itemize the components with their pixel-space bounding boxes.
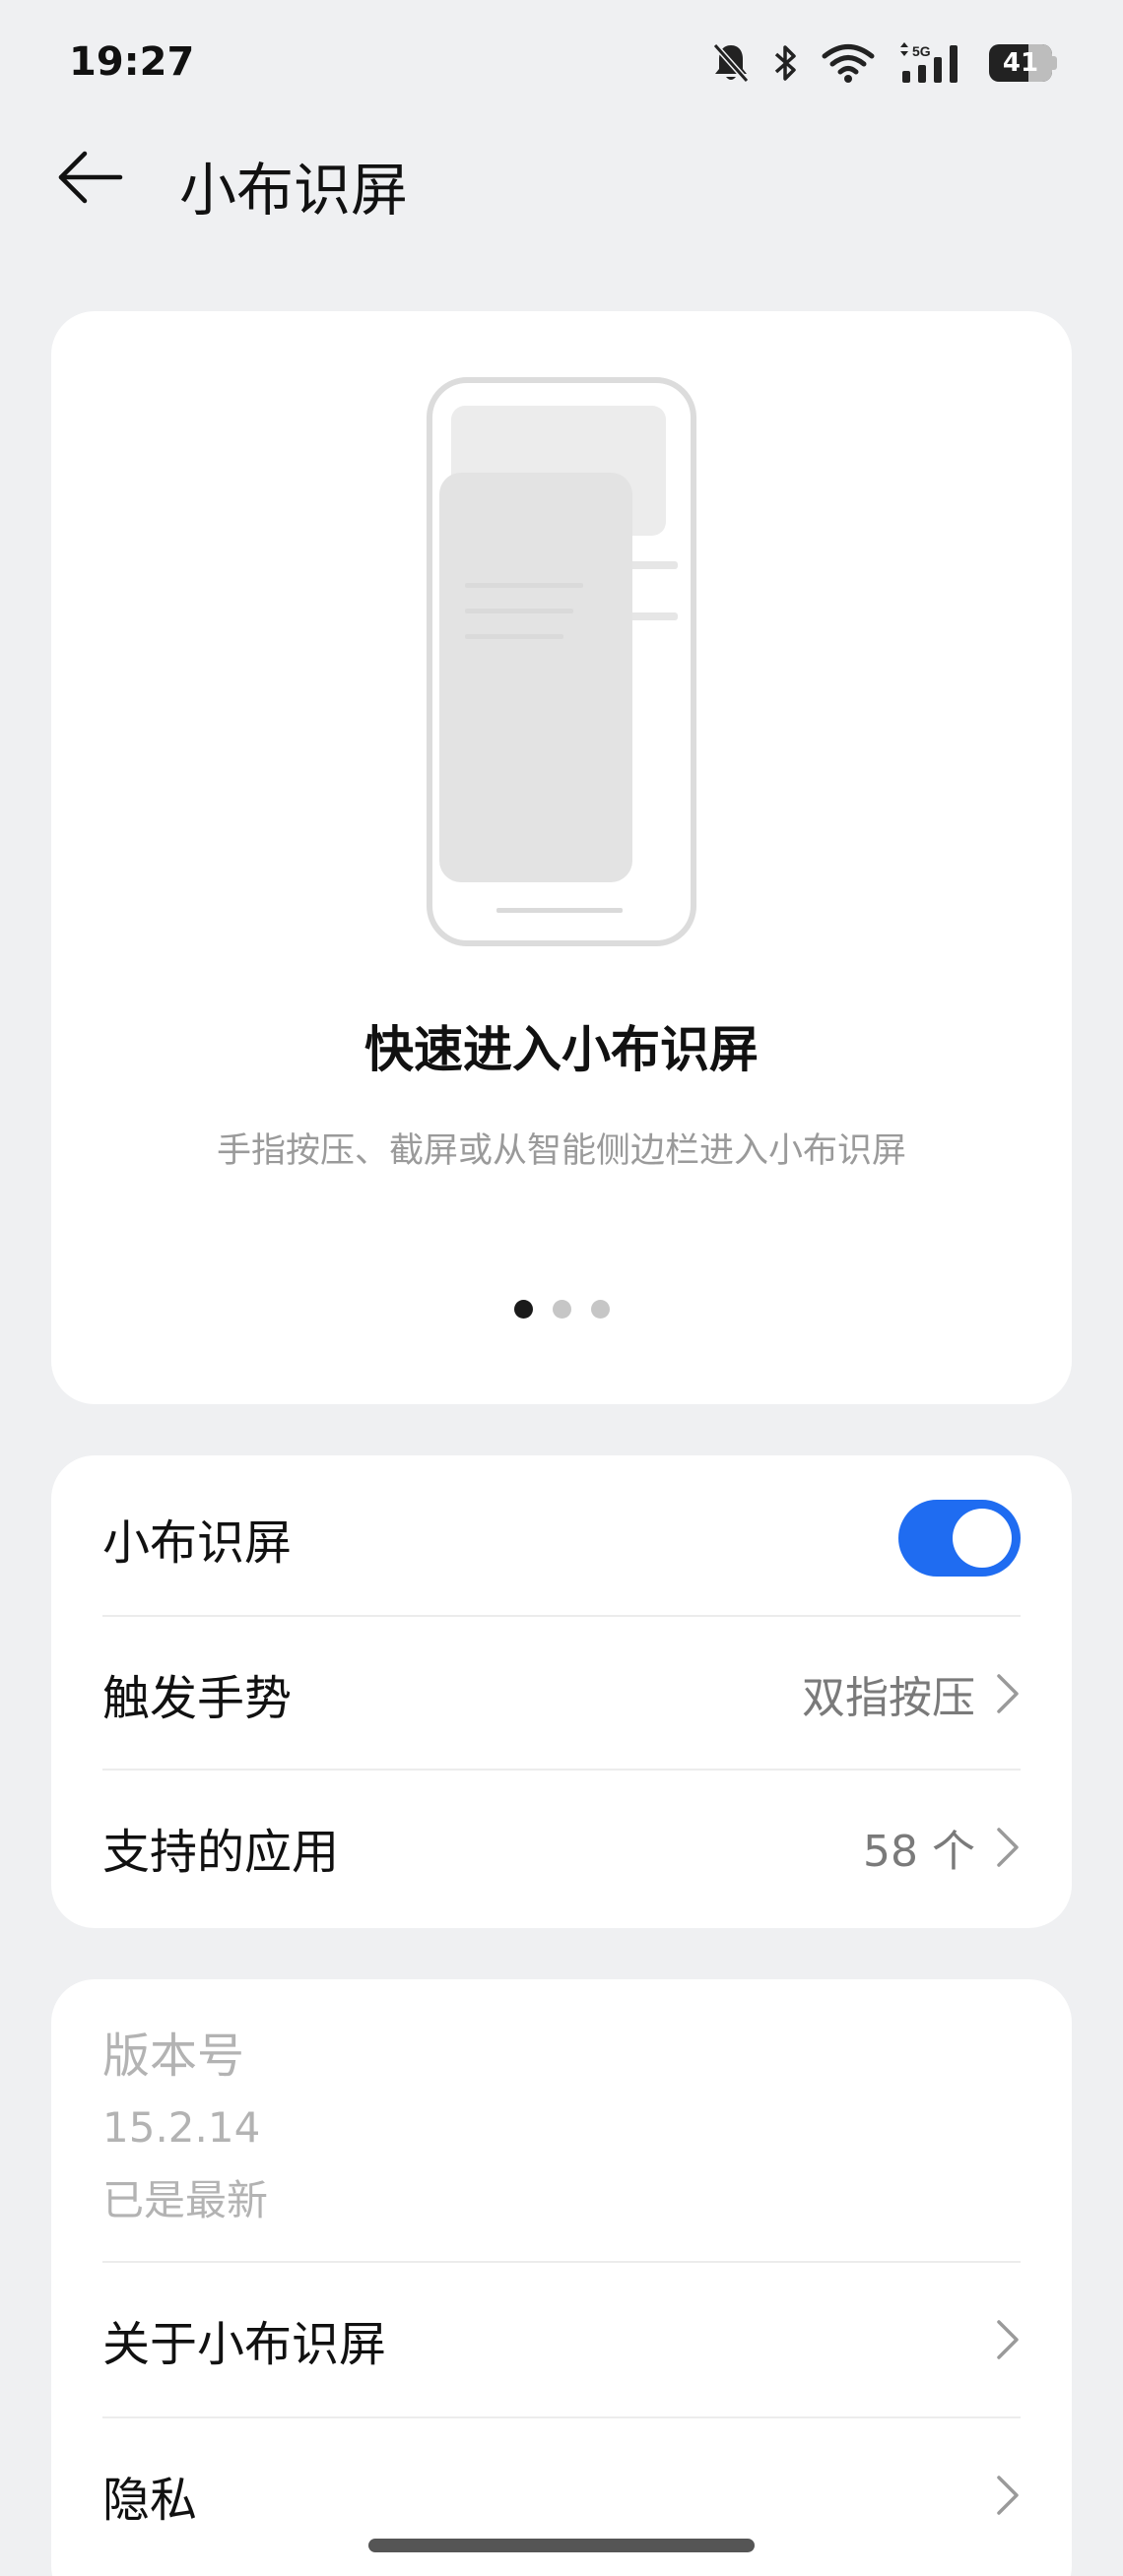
toggle-row[interactable]: 小布识屏 — [102, 1461, 1021, 1615]
signal-icon: 5G — [896, 41, 967, 85]
network-type: 5G — [912, 43, 931, 59]
version-label: 版本号 — [102, 2029, 245, 2084]
screen: 19:27 5G 41 小布识屏 快速进入小布识屏 手指按压、截屏或从智能侧边栏… — [0, 0, 1123, 2576]
page-indicator[interactable] — [51, 1300, 1072, 1319]
arrow-left-icon — [58, 151, 123, 204]
wifi-icon — [822, 43, 875, 83]
hero-title: 快速进入小布识屏 — [364, 1021, 759, 1078]
apps-row-value: 58 个 — [863, 1827, 975, 1877]
status-time: 19:27 — [69, 39, 195, 85]
gesture-row[interactable]: 触发手势 双指按压 — [102, 1617, 1021, 1771]
settings-card: 小布识屏 触发手势 双指按压 支持的应用 58 个 — [51, 1455, 1072, 1928]
chevron-right-icon — [997, 1828, 1019, 1867]
apps-row[interactable]: 支持的应用 58 个 — [102, 1771, 1021, 1924]
gesture-row-label: 触发手势 — [102, 1671, 293, 1726]
version-status: 已是最新 — [102, 2176, 269, 2224]
page-title: 小布识屏 — [179, 157, 409, 224]
back-button[interactable] — [51, 138, 130, 217]
chevron-right-icon — [997, 2476, 1019, 2515]
home-indicator[interactable] — [368, 2539, 755, 2552]
battery-icon: 41 — [989, 43, 1058, 83]
toggle-row-label: 小布识屏 — [102, 1515, 293, 1571]
about-row-label: 关于小布识屏 — [102, 2317, 387, 2372]
chevron-right-icon — [997, 1674, 1019, 1713]
bluetooth-icon — [772, 41, 800, 85]
status-icons: 5G 41 — [711, 35, 1058, 91]
phone-illustration — [427, 377, 696, 946]
apps-row-label: 支持的应用 — [102, 1825, 340, 1880]
chevron-right-icon — [997, 2320, 1019, 2359]
battery-level: 41 — [1002, 48, 1039, 78]
info-card: 版本号 15.2.14 已是最新 关于小布识屏 隐私 — [51, 1979, 1072, 2576]
hero-subtitle: 手指按压、截屏或从智能侧边栏进入小布识屏 — [216, 1131, 906, 1171]
version-block: 版本号 15.2.14 已是最新 — [102, 2025, 268, 2231]
page-dot-2[interactable] — [552, 1300, 571, 1319]
mute-bell-icon — [711, 41, 751, 85]
intro-carousel[interactable]: 快速进入小布识屏 手指按压、截屏或从智能侧边栏进入小布识屏 — [51, 311, 1072, 1404]
privacy-row-label: 隐私 — [102, 2473, 198, 2528]
page-dot-3[interactable] — [590, 1300, 610, 1319]
toggle-knob — [953, 1509, 1012, 1568]
version-number: 15.2.14 — [102, 2103, 261, 2152]
gesture-row-value: 双指按压 — [802, 1673, 975, 1723]
feature-toggle[interactable] — [898, 1500, 1021, 1577]
about-row[interactable]: 关于小布识屏 — [102, 2263, 1021, 2416]
page-dot-1[interactable] — [513, 1300, 533, 1319]
